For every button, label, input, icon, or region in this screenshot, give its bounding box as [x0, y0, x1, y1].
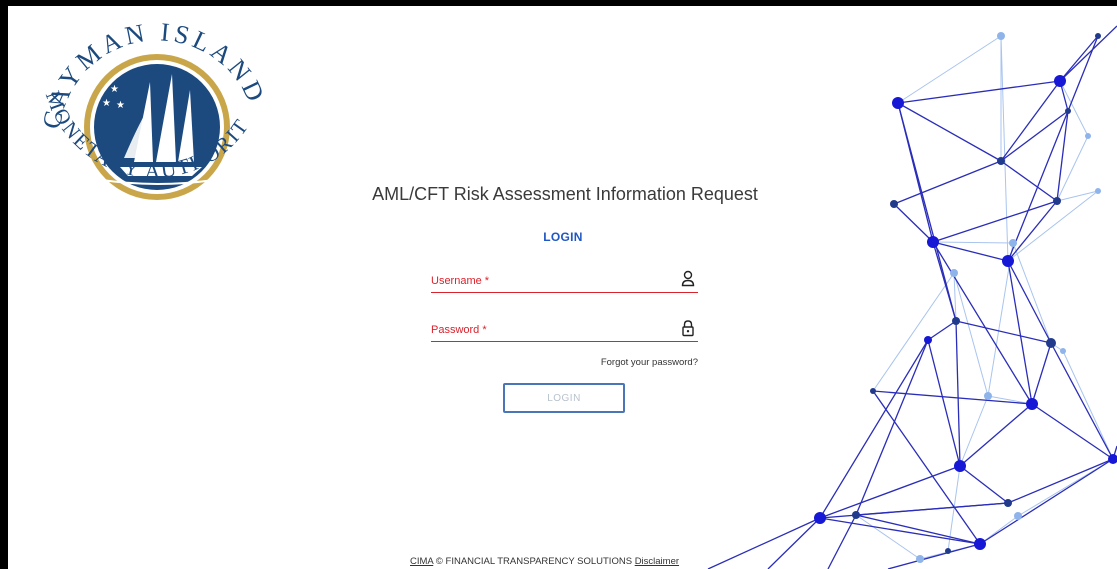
login-heading: LOGIN	[543, 230, 583, 244]
login-button[interactable]: LOGIN	[503, 383, 625, 413]
forgot-password-link[interactable]: Forgot your password?	[548, 357, 698, 368]
username-input[interactable]	[431, 270, 675, 294]
page-title: AML/CFT Risk Assessment Information Requ…	[372, 184, 758, 204]
cima-logo: ★ ★ ★ CAYMAN ISLANDS MONETARY AUTHORITY	[32, 12, 268, 200]
lock-icon	[682, 320, 694, 337]
username-field[interactable]: Username *	[431, 270, 698, 294]
copyright-text: © FINANCIAL TRANSPARENCY SOLUTIONS	[435, 556, 633, 567]
password-input[interactable]	[431, 319, 675, 343]
footer: CIMA © FINANCIAL TRANSPARENCY SOLUTIONS …	[410, 556, 679, 567]
svg-text:★: ★	[110, 84, 119, 95]
password-field[interactable]: Password *	[431, 319, 698, 343]
disclaimer-link[interactable]: Disclaimer	[635, 556, 679, 567]
user-icon	[681, 270, 695, 287]
svg-text:★: ★	[102, 98, 111, 109]
svg-text:★: ★	[116, 100, 125, 111]
cima-link[interactable]: CIMA	[410, 556, 433, 567]
login-page: ★ ★ ★ CAYMAN ISLANDS MONETARY AUTHORITY …	[8, 6, 1117, 569]
